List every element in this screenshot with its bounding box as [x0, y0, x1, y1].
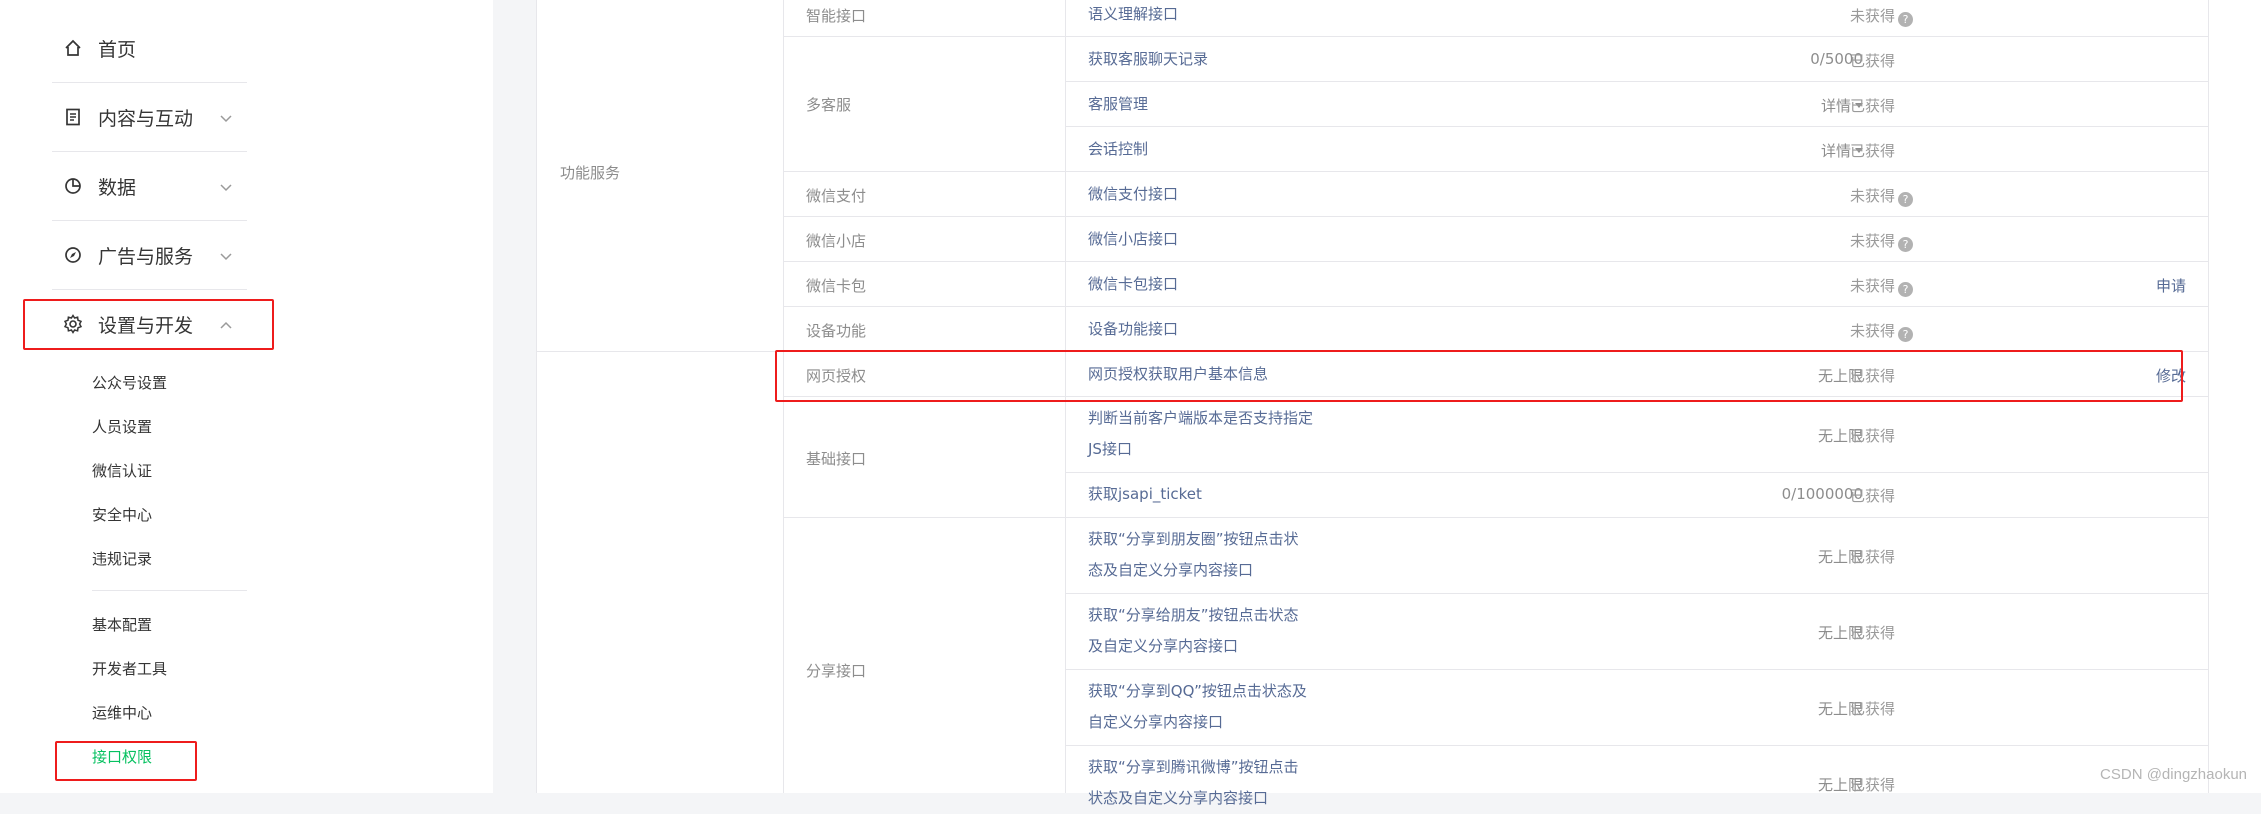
status-text: 已获得 [1850, 97, 1896, 115]
category-label: 微信小店 [806, 232, 867, 250]
interface-name[interactable]: 获取“分享到QQ”按钮点击状态及自定义分享内容接口 [1088, 676, 1313, 738]
chevron-down-icon [219, 247, 233, 269]
nav-label: 广告与服务 [98, 245, 194, 268]
status-text: 未获得? [1850, 185, 1914, 207]
status-text: 已获得 [1850, 700, 1896, 718]
sidebar: 首页 内容与互动 数据 广告与服务 设置与开发 公众号设置 人员设置 微信认证 … [0, 0, 493, 793]
nav-item-home[interactable]: 首页 [52, 14, 247, 82]
help-icon[interactable]: ? [1898, 282, 1914, 297]
interface-name[interactable]: 微信支付接口 [1088, 179, 1178, 210]
interface-name[interactable]: 获取客服聊天记录 [1088, 44, 1208, 75]
nav-label: 数据 [98, 176, 137, 199]
status-text: 未获得? [1850, 275, 1914, 297]
interface-name[interactable]: 语义理解接口 [1088, 0, 1178, 30]
category-label: 多客服 [806, 96, 852, 114]
chart-icon [62, 175, 84, 197]
help-icon[interactable]: ? [1898, 192, 1914, 207]
interface-name[interactable]: 获取“分享到朋友圈”按钮点击状态及自定义分享内容接口 [1088, 524, 1313, 586]
help-icon[interactable]: ? [1898, 237, 1914, 252]
status-text: 已获得 [1850, 548, 1896, 566]
sub-item-violations[interactable]: 违规记录 [92, 548, 152, 569]
nav-label: 内容与互动 [98, 107, 194, 130]
home-icon [62, 37, 84, 59]
sub-item-ops-center[interactable]: 运维中心 [92, 702, 152, 723]
nav-item-ads[interactable]: 广告与服务 [52, 221, 247, 289]
interface-name[interactable]: 微信小店接口 [1088, 224, 1178, 255]
status-text: 已获得 [1850, 52, 1896, 70]
status-text: 未获得? [1850, 5, 1914, 27]
sub-item-verification[interactable]: 微信认证 [92, 460, 152, 481]
apply-link[interactable]: 申请 [2156, 275, 2186, 296]
chevron-down-icon [219, 109, 233, 131]
sub-item-dev-tools[interactable]: 开发者工具 [92, 658, 167, 679]
status-text: 已获得 [1850, 487, 1896, 505]
interface-name[interactable]: 获取“分享到腾讯微博”按钮点击状态及自定义分享内容接口 [1088, 752, 1313, 814]
highlight-box-settings [23, 299, 274, 350]
help-icon[interactable]: ? [1898, 327, 1914, 342]
status-text: 已获得 [1850, 427, 1896, 445]
sub-item-personnel[interactable]: 人员设置 [92, 416, 152, 437]
group-label: 功能服务 [560, 164, 621, 182]
sub-item-basic-config[interactable]: 基本配置 [92, 614, 152, 635]
sub-item-account-settings[interactable]: 公众号设置 [92, 372, 167, 393]
interface-name[interactable]: 微信卡包接口 [1088, 269, 1178, 300]
status-text: 已获得 [1850, 776, 1896, 794]
sub-item-security[interactable]: 安全中心 [92, 504, 152, 525]
category-label: 微信卡包 [806, 277, 867, 295]
interface-name[interactable]: 获取“分享给朋友”按钮点击状态及自定义分享内容接口 [1088, 600, 1313, 662]
interface-name[interactable]: 客服管理 [1088, 89, 1148, 120]
category-label: 设备功能 [806, 322, 867, 340]
help-icon[interactable]: ? [1898, 12, 1914, 27]
status-text: 已获得 [1850, 624, 1896, 642]
category-label: 基础接口 [806, 450, 867, 468]
interface-name[interactable]: 获取jsapi_ticket [1088, 479, 1202, 510]
compass-icon [62, 244, 84, 266]
interface-name[interactable]: 会话控制 [1088, 134, 1148, 165]
category-label: 分享接口 [806, 662, 867, 680]
status-text: 未获得? [1850, 320, 1914, 342]
document-icon [62, 106, 84, 128]
status-text: 未获得? [1850, 230, 1914, 252]
category-label: 智能接口 [806, 7, 867, 25]
main-panel: 功能服务 智能接口 语义理解接口 未获得? 多客服 获取客服聊天记录 0/500… [536, 0, 2261, 807]
status-text: 已获得 [1850, 142, 1896, 160]
divider [92, 590, 247, 591]
interface-name[interactable]: 判断当前客户端版本是否支持指定JS接口 [1088, 403, 1320, 465]
nav-item-content[interactable]: 内容与互动 [52, 83, 247, 151]
chevron-down-icon [219, 178, 233, 200]
nav-item-data[interactable]: 数据 [52, 152, 247, 220]
watermark: CSDN @dingzhaokun [2100, 766, 2247, 783]
highlight-box-api-permissions [55, 741, 197, 781]
nav-label: 首页 [98, 38, 137, 61]
highlight-box-web-auth [775, 350, 2183, 402]
interface-name[interactable]: 设备功能接口 [1088, 314, 1178, 345]
category-label: 微信支付 [806, 187, 867, 205]
